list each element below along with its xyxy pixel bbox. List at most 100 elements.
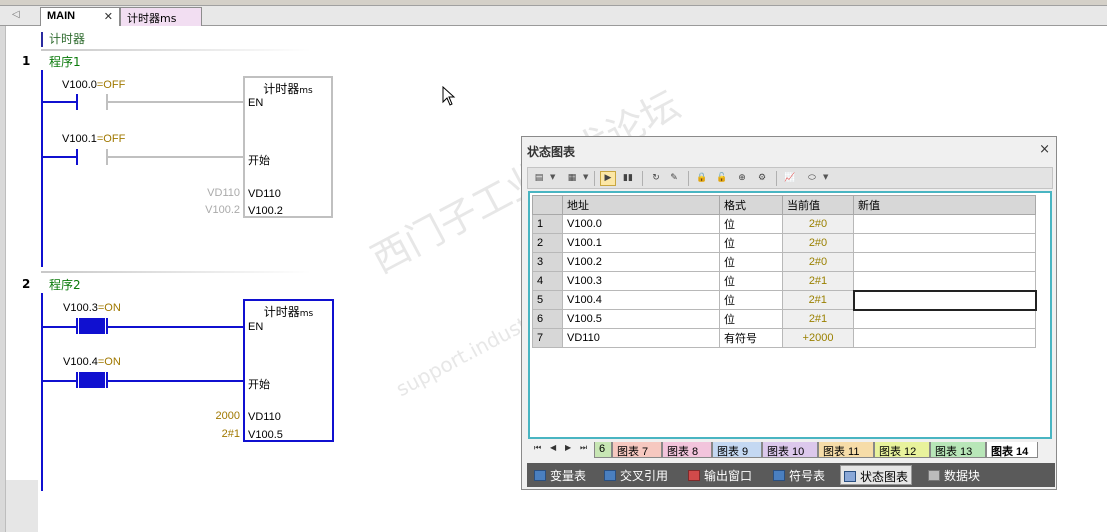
chart-status-icon[interactable]: ▶ bbox=[600, 171, 616, 186]
status-chart-title: 状态图表 bbox=[527, 145, 576, 159]
format-cell[interactable]: 有符号 bbox=[719, 328, 783, 348]
tab-status-chart[interactable]: 状态图表 bbox=[840, 465, 913, 485]
format-cell[interactable]: 位 bbox=[719, 252, 783, 272]
read-forced-icon[interactable]: ⚙ bbox=[754, 171, 770, 186]
next-sheet-icon[interactable]: ▶ bbox=[565, 443, 571, 452]
pou-title[interactable]: 计时器 bbox=[41, 32, 85, 47]
tag-dropdown-icon[interactable]: ▼ bbox=[823, 173, 828, 181]
delete-row-icon[interactable]: ▦ bbox=[564, 171, 580, 186]
address-cell[interactable]: V100.2 bbox=[562, 252, 720, 272]
sheet-tab[interactable]: 图表 7 bbox=[612, 442, 662, 458]
network-1-input-bit[interactable]: V100.2 bbox=[190, 204, 240, 216]
address-cell[interactable]: V100.5 bbox=[562, 309, 720, 329]
sheet-tab[interactable]: 图表 12 bbox=[874, 442, 930, 458]
pause-icon[interactable]: ▮▮ bbox=[620, 171, 636, 186]
tab-timer-ms[interactable]: 计时器ms bbox=[120, 7, 202, 26]
address-cell[interactable]: V100.3 bbox=[562, 271, 720, 291]
new-value-cell[interactable] bbox=[853, 214, 1036, 234]
network-2-input-bit[interactable]: 2#1 bbox=[190, 428, 240, 440]
sheet-tab[interactable]: 图表 10 bbox=[762, 442, 818, 458]
network-2-contact-2-left[interactable] bbox=[76, 372, 78, 388]
force-lock-icon[interactable]: 🔒 bbox=[694, 171, 710, 186]
table-row: 2 V100.1 位 2#0 bbox=[532, 233, 1036, 253]
col-header-address[interactable]: 地址 bbox=[562, 195, 720, 215]
row-number[interactable]: 5 bbox=[532, 290, 563, 310]
network-1-input-vd[interactable]: VD110 bbox=[190, 187, 240, 199]
tab-label: 输出窗口 bbox=[704, 469, 753, 483]
sheet-tab[interactable]: 图表 13 bbox=[930, 442, 986, 458]
new-value-cell[interactable] bbox=[853, 328, 1036, 348]
tab-symbol-table[interactable]: 符号表 bbox=[770, 465, 828, 485]
table-header-row: 地址 格式 当前值 新值 bbox=[532, 195, 1036, 215]
row-number[interactable]: 3 bbox=[532, 252, 563, 272]
format-cell[interactable]: 位 bbox=[719, 309, 783, 329]
tab-output-window[interactable]: 输出窗口 bbox=[685, 465, 755, 485]
network-1-pin-en: EN bbox=[248, 97, 264, 109]
row-number[interactable]: 6 bbox=[532, 309, 563, 329]
tag-icon[interactable]: ⬭ bbox=[804, 171, 820, 186]
address-cell[interactable]: VD110 bbox=[562, 328, 720, 348]
tab-cross-reference[interactable]: 交叉引用 bbox=[601, 465, 671, 485]
sheet-tab[interactable]: 图表 9 bbox=[712, 442, 762, 458]
network-1-contact-2-left[interactable] bbox=[76, 149, 78, 165]
sheet-tab-bar: ⏮ ◀ ▶ ⏭ 6 图表 7 图表 8 图表 9 图表 10 图表 11 图表 12 图表 1… bbox=[528, 441, 1052, 458]
read-icon[interactable]: ↻ bbox=[648, 171, 664, 186]
last-sheet-icon[interactable]: ⏭ bbox=[580, 443, 587, 453]
new-value-cell[interactable] bbox=[853, 252, 1036, 272]
prev-sheet-icon[interactable]: ◀ bbox=[550, 443, 556, 452]
network-1-title[interactable]: 程序1 bbox=[49, 53, 81, 70]
address-cell[interactable]: V100.4 bbox=[562, 290, 720, 310]
format-cell[interactable]: 位 bbox=[719, 271, 783, 291]
status-table: 地址 格式 当前值 新值 1 V100.0 位 2#0 2 V100.1 位 2… bbox=[532, 195, 1037, 348]
address-cell[interactable]: V100.1 bbox=[562, 233, 720, 253]
close-icon[interactable]: × bbox=[1039, 142, 1050, 157]
insert-row-icon[interactable]: ▤ bbox=[531, 171, 547, 186]
row-number[interactable]: 1 bbox=[532, 214, 563, 234]
network-2-input-vd[interactable]: 2000 bbox=[190, 410, 240, 422]
tab-label: 变量表 bbox=[550, 469, 587, 483]
address-cell[interactable]: V100.0 bbox=[562, 214, 720, 234]
insert-dropdown-icon[interactable]: ▼ bbox=[550, 173, 555, 181]
write-pencil-icon[interactable]: ✎ bbox=[666, 171, 682, 186]
network-2-contact-1-left[interactable] bbox=[76, 318, 78, 334]
tab-label: 数据块 bbox=[944, 469, 981, 483]
sheet-tab[interactable]: 图表 8 bbox=[662, 442, 712, 458]
new-value-cell[interactable] bbox=[853, 233, 1036, 253]
tab-variable-table[interactable]: 变量表 bbox=[531, 465, 589, 485]
sheet-tab[interactable]: 图表 11 bbox=[818, 442, 874, 458]
current-value-cell: 2#0 bbox=[782, 252, 854, 272]
col-header-new[interactable]: 新值 bbox=[853, 195, 1036, 215]
row-number[interactable]: 4 bbox=[532, 271, 563, 291]
format-cell[interactable]: 位 bbox=[719, 290, 783, 310]
unforce-all-icon[interactable]: ⊕ bbox=[734, 171, 750, 186]
network-1-contact-1-left[interactable] bbox=[76, 94, 78, 110]
row-number[interactable]: 2 bbox=[532, 233, 563, 253]
network-2-pin-vd: VD110 bbox=[248, 411, 281, 423]
tab-label: 符号表 bbox=[789, 469, 826, 483]
new-value-cell-selected[interactable] bbox=[852, 289, 1037, 311]
delete-dropdown-icon[interactable]: ▼ bbox=[583, 173, 588, 181]
close-tab-icon[interactable]: ✕ bbox=[104, 10, 113, 23]
network-2-title[interactable]: 程序2 bbox=[49, 276, 81, 293]
sheet-tab[interactable]: 6 bbox=[594, 442, 612, 458]
col-header-format[interactable]: 格式 bbox=[719, 195, 783, 215]
current-value-cell: 2#1 bbox=[782, 271, 854, 291]
tab-data-block[interactable]: 数据块 bbox=[925, 465, 983, 485]
table-row: 4 V100.3 位 2#1 bbox=[532, 271, 1036, 291]
new-value-cell[interactable] bbox=[853, 271, 1036, 291]
network-2-timer-box[interactable]: 计时器ms EN 开始 VD110 V100.5 bbox=[243, 299, 334, 442]
format-cell[interactable]: 位 bbox=[719, 233, 783, 253]
tab-main[interactable]: MAIN ✕ bbox=[40, 7, 120, 26]
trend-view-icon[interactable]: 📈 bbox=[782, 171, 798, 186]
row-number[interactable]: 7 bbox=[532, 328, 563, 348]
unforce-icon[interactable]: 🔓 bbox=[714, 171, 730, 186]
network-1-timer-box[interactable]: 计时器ms EN 开始 VD110 V100.2 bbox=[243, 76, 333, 218]
sheet-tab[interactable]: 图表 14 bbox=[986, 442, 1038, 458]
new-value-cell[interactable] bbox=[853, 309, 1036, 329]
network-2-wire-out-1 bbox=[108, 326, 244, 328]
tab-scroll-left-icon[interactable]: ◁ bbox=[12, 9, 20, 20]
first-sheet-icon[interactable]: ⏮ bbox=[534, 443, 541, 453]
table-row: 1 V100.0 位 2#0 bbox=[532, 214, 1036, 234]
col-header-current[interactable]: 当前值 bbox=[782, 195, 854, 215]
format-cell[interactable]: 位 bbox=[719, 214, 783, 234]
